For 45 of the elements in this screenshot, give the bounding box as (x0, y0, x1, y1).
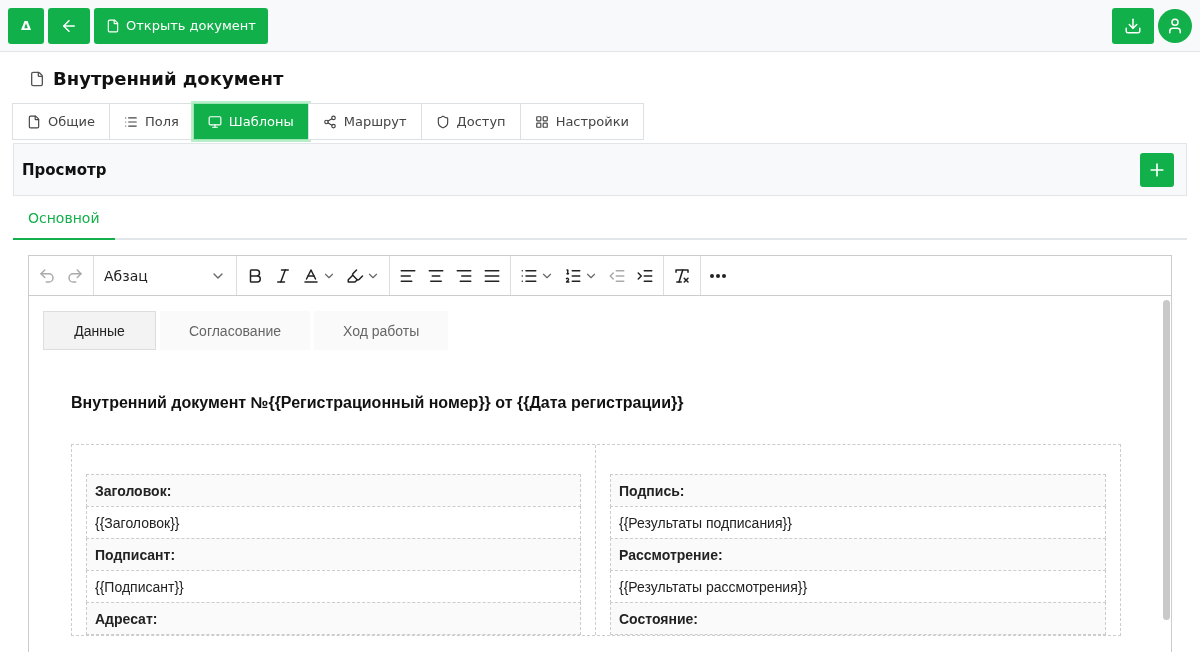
panel-title: Просмотр (22, 160, 107, 179)
field-label: Рассмотрение: (610, 538, 1106, 571)
list-icon (123, 114, 138, 129)
field-label: Подписант: (86, 538, 581, 571)
field-label: Адресат: (86, 602, 581, 635)
back-button[interactable] (48, 7, 90, 44)
document-icon (106, 18, 120, 33)
redo-icon (66, 266, 84, 285)
block-format-select[interactable]: Абзац (100, 267, 230, 284)
monitor-icon (207, 114, 222, 129)
content-tab[interactable]: Ход работы (314, 311, 449, 350)
clear-formatting-icon (673, 266, 691, 285)
scrollbar[interactable] (1162, 300, 1170, 620)
content-tab[interactable]: Данные (43, 311, 156, 350)
tab[interactable]: Настройки (519, 103, 645, 140)
italic-icon (274, 266, 292, 285)
tab[interactable]: Поля (108, 103, 194, 140)
document-heading: Внутренний документ №{{Регистрационный номер}} от {{Дата регистрации}} (71, 394, 685, 412)
field-label: Подпись: (610, 474, 1106, 507)
more-icon (710, 273, 726, 278)
field-label: Заголовок: (86, 474, 581, 507)
template-variable: {{Заголовок}} (86, 506, 581, 539)
undo-icon (38, 266, 56, 285)
tab[interactable]: Доступ (420, 103, 521, 140)
share-icon (322, 114, 337, 129)
document-icon (27, 114, 41, 129)
user-button[interactable] (1158, 8, 1192, 43)
template-variable: {{Результаты подписания}} (610, 506, 1106, 539)
page-title: Внутренний документ (53, 68, 284, 89)
user-icon (1166, 16, 1184, 35)
grid-icon (534, 114, 549, 129)
template-variable: {{Результаты рассмотрения}} (610, 570, 1106, 603)
document-icon (29, 70, 45, 87)
tab[interactable]: Общие (12, 103, 110, 140)
highlighter-icon (346, 266, 364, 285)
field-label: Состояние: (610, 602, 1106, 635)
shield-icon (435, 114, 450, 129)
content-tab[interactable]: Согласование (160, 311, 310, 350)
template-variable: {{Подписант}} (86, 570, 581, 603)
text-color-icon (302, 266, 320, 285)
numbered-list-icon (564, 266, 582, 285)
download-icon (1124, 16, 1142, 35)
tab[interactable]: Маршрут (307, 103, 422, 140)
download-button[interactable] (1112, 7, 1154, 44)
add-button[interactable] (1140, 152, 1174, 187)
